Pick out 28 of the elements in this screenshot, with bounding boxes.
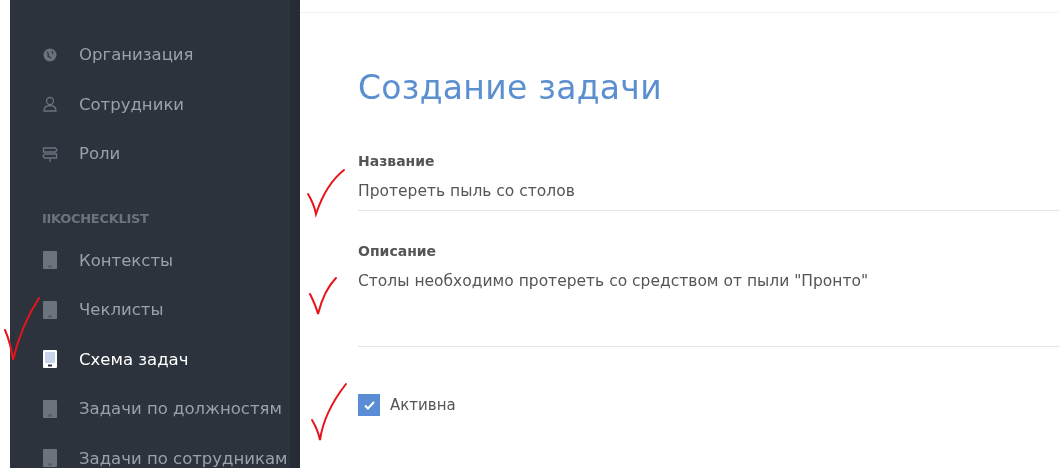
input-field[interactable]: Столы необходимо протереть со средством от пыли "Пронто" <box>358 272 1059 290</box>
sidebar-item[interactable]: Схема задач <box>10 334 290 384</box>
sidebar-item[interactable]: Чеклисты <box>10 285 290 335</box>
tick-annotation <box>309 277 337 315</box>
sidebar-item[interactable]: Задачи по должностям <box>10 384 290 434</box>
field-label: Описание <box>358 243 438 259</box>
tablet-icon <box>42 251 58 270</box>
sidebar-item[interactable]: Роли <box>10 129 290 179</box>
checkmark-icon <box>363 400 375 410</box>
checkbox[interactable] <box>358 394 380 416</box>
sidebar-item[interactable]: Организация <box>10 30 290 80</box>
tablet-icon <box>42 350 58 369</box>
sidebar-item[interactable]: Контексты <box>10 235 290 285</box>
sidebar-item[interactable]: Сотрудники <box>10 79 290 129</box>
checkbox-label: Активна <box>390 396 456 414</box>
input-field[interactable]: Протереть пыль со столов <box>358 182 1059 200</box>
tick-annotation <box>311 383 347 441</box>
section-heading: IIKOCHECKLIST <box>41 209 150 228</box>
page-title: Создание задачи <box>358 68 663 107</box>
person-icon <box>42 96 58 113</box>
sidebar-item[interactable]: Задачи по сотрудникам <box>10 433 290 468</box>
field-label: Название <box>358 153 436 169</box>
tick-annotation <box>307 169 345 215</box>
tablet-icon <box>42 449 58 468</box>
signpost-icon <box>42 145 58 162</box>
tablet-icon <box>42 399 58 418</box>
tick-annotation <box>4 297 40 361</box>
tablet-icon <box>42 300 58 319</box>
